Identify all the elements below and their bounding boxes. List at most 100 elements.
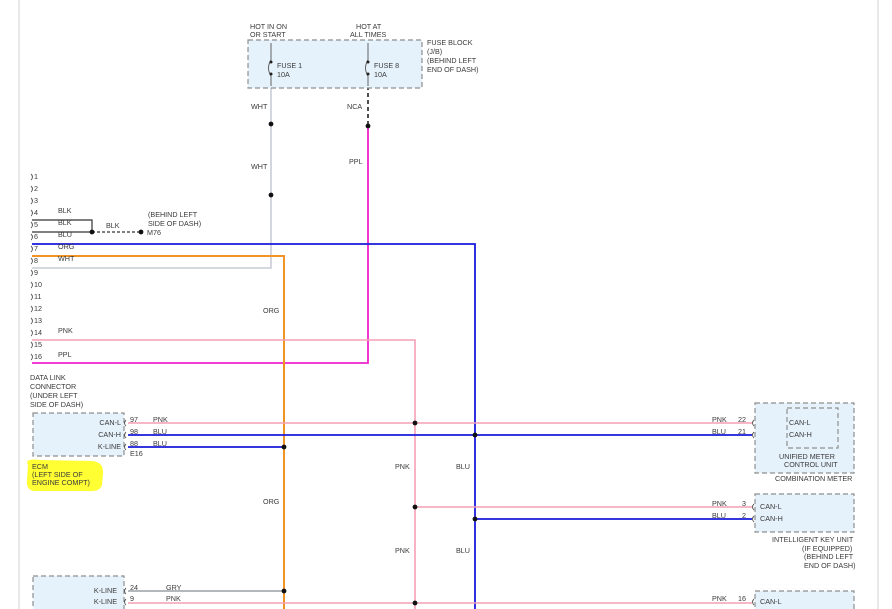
dlc-pin-terminal xyxy=(30,269,33,277)
dlc-pin-terminal xyxy=(30,245,33,253)
ecm-pin-terminal xyxy=(124,419,127,427)
dlc-pin-terminal xyxy=(30,305,33,313)
fuse-1-rating: 10A xyxy=(277,70,290,79)
bottom-right-pin-terminal xyxy=(752,598,755,606)
dlc-pin-number: 5 xyxy=(34,220,38,229)
ecm-pin-number: 98 xyxy=(130,427,138,436)
ecm-name: ENGINE COMPT) xyxy=(32,478,90,487)
wire-label: ORG xyxy=(263,306,280,315)
splice-dot xyxy=(138,229,144,235)
fuse-1-name: FUSE 1 xyxy=(277,61,302,70)
dlc-pin-number: 2 xyxy=(34,184,38,193)
dlc-pin-terminal xyxy=(30,221,33,229)
fuse-1-dot-bottom xyxy=(269,72,273,76)
iku-name: INTELLIGENT KEY UNIT xyxy=(772,535,854,544)
dlc-pin-number: 8 xyxy=(34,256,38,265)
dlc-pin-terminal xyxy=(30,353,33,361)
meter-inner-name: CONTROL UNIT xyxy=(784,460,838,469)
meter-name: COMBINATION METER xyxy=(775,474,852,483)
fuse-8-rating: 10A xyxy=(374,70,387,79)
fuse-block: FUSE 1 10A FUSE 8 10A xyxy=(247,39,423,89)
meter-pin-terminal xyxy=(752,419,755,427)
ecm-pin-wire-label: BLU xyxy=(153,427,167,436)
dlc-pin-wire-label: WHT xyxy=(58,254,75,263)
wire-label: PNK xyxy=(395,546,410,555)
bottom-left-pin-terminal xyxy=(124,598,127,606)
meter-pin-terminal xyxy=(752,431,755,439)
bottom-left-pin-wire-label: GRY xyxy=(166,583,182,592)
wire-label: BLU xyxy=(456,462,470,471)
wire-wht xyxy=(32,86,272,269)
dlc-pin-terminal xyxy=(30,293,33,301)
meter-pin-label: CAN-H xyxy=(789,430,812,439)
splice-dot xyxy=(472,516,478,522)
hot-run-label: OR START xyxy=(250,30,286,39)
iku-pin-terminal xyxy=(752,515,755,523)
bottom-left-pin-number: 24 xyxy=(130,583,138,592)
ecm-pin-label: CAN-L xyxy=(99,418,121,427)
splice-dot xyxy=(472,432,478,438)
iku-name: END OF DASH) xyxy=(804,561,856,570)
dlc-pin-number: 10 xyxy=(34,280,42,289)
ecm-pin-wire-label: BLU xyxy=(153,439,167,448)
iku-pin-wire-label: BLU xyxy=(712,511,726,520)
dlc-pin-number: 1 xyxy=(34,172,38,181)
dlc-ground-note: (BEHIND LEFT xyxy=(148,210,198,219)
dlc-pin-terminal xyxy=(30,257,33,265)
wiring-diagram: FUSE 1 10A FUSE 8 10A HOT IN ON OR START… xyxy=(18,0,879,609)
dlc-pin-wire-label: PPL xyxy=(58,350,72,359)
meter-pin-number: 21 xyxy=(738,427,746,436)
dlc-pin-number: 11 xyxy=(34,292,41,301)
wire-label: BLU xyxy=(456,546,470,555)
dlc-ground-id: M76 xyxy=(147,228,161,237)
meter-pin-label: CAN-L xyxy=(789,418,811,427)
dlc-pin-terminal xyxy=(30,209,33,217)
ecm-pin-terminal xyxy=(124,443,127,451)
iku-name: (BEHIND LEFT xyxy=(804,552,854,561)
fuse-1-dot-top xyxy=(269,60,273,64)
bottom-left-pin-wire-label: PNK xyxy=(166,594,181,603)
dlc-pin-number: 15 xyxy=(34,340,42,349)
dlc-pin-wire-label: BLK xyxy=(58,218,72,227)
iku-pin-number: 3 xyxy=(742,499,746,508)
bottom-left-pin-label: K-LINE xyxy=(94,597,117,606)
meter-pin-number: 22 xyxy=(738,415,746,424)
dlc-name: CONNECTOR xyxy=(30,382,76,391)
bottom-left-pin-label: K-LINE xyxy=(94,586,117,595)
dlc-pin-terminal xyxy=(30,197,33,205)
ecm-pin-number: 97 xyxy=(130,415,138,424)
fuse-block-name: END OF DASH) xyxy=(427,65,479,74)
dlc-pin-wire-label: ORG xyxy=(58,242,75,251)
splice-dot xyxy=(412,420,418,426)
iku-pin-wire-label: PNK xyxy=(712,499,727,508)
dlc-pin-terminal xyxy=(30,317,33,325)
dlc-pin-wire-label: BLK xyxy=(58,206,72,215)
fuse-block-name: FUSE BLOCK xyxy=(427,38,473,47)
fuse-8-name: FUSE 8 xyxy=(374,61,399,70)
dlc-pin-wire-label: BLU xyxy=(58,230,72,239)
splice-dot xyxy=(268,121,274,127)
bottom-right-pin-number: 16 xyxy=(738,594,746,603)
dlc-ground-note: SIDE OF DASH) xyxy=(148,219,201,228)
iku-pin-label: CAN-L xyxy=(760,502,782,511)
meter-pin-wire-label: BLU xyxy=(712,427,726,436)
splice-dot xyxy=(89,229,95,235)
meter-pin-wire-label: PNK xyxy=(712,415,727,424)
bottom-left-pin-number: 9 xyxy=(130,594,134,603)
dlc-ground-id-text: M76 xyxy=(147,228,161,237)
fuse-block-name: (J/B) xyxy=(427,47,442,56)
ecm-pin-number: 88 xyxy=(130,439,138,448)
bottom-left-pin-terminal xyxy=(124,587,127,595)
pin-labels: 1234 BLK5 BLK6 BLU7 ORG8 WHT91011121314 PNK151… xyxy=(30,172,812,606)
wire-label: WHT xyxy=(251,102,268,111)
splice-dot xyxy=(268,192,274,198)
dlc-pin-wire-label: PNK xyxy=(58,326,73,335)
intelligent-key-unit xyxy=(754,493,855,533)
dlc-pin-terminal xyxy=(30,281,33,289)
splice-dot xyxy=(281,444,287,450)
wire-label: WHT xyxy=(251,162,268,171)
dlc-pin-terminal xyxy=(30,341,33,349)
dlc-pin-number: 9 xyxy=(34,268,38,277)
iku-pin-label: CAN-H xyxy=(760,514,783,523)
wire-label: NCA xyxy=(347,102,362,111)
